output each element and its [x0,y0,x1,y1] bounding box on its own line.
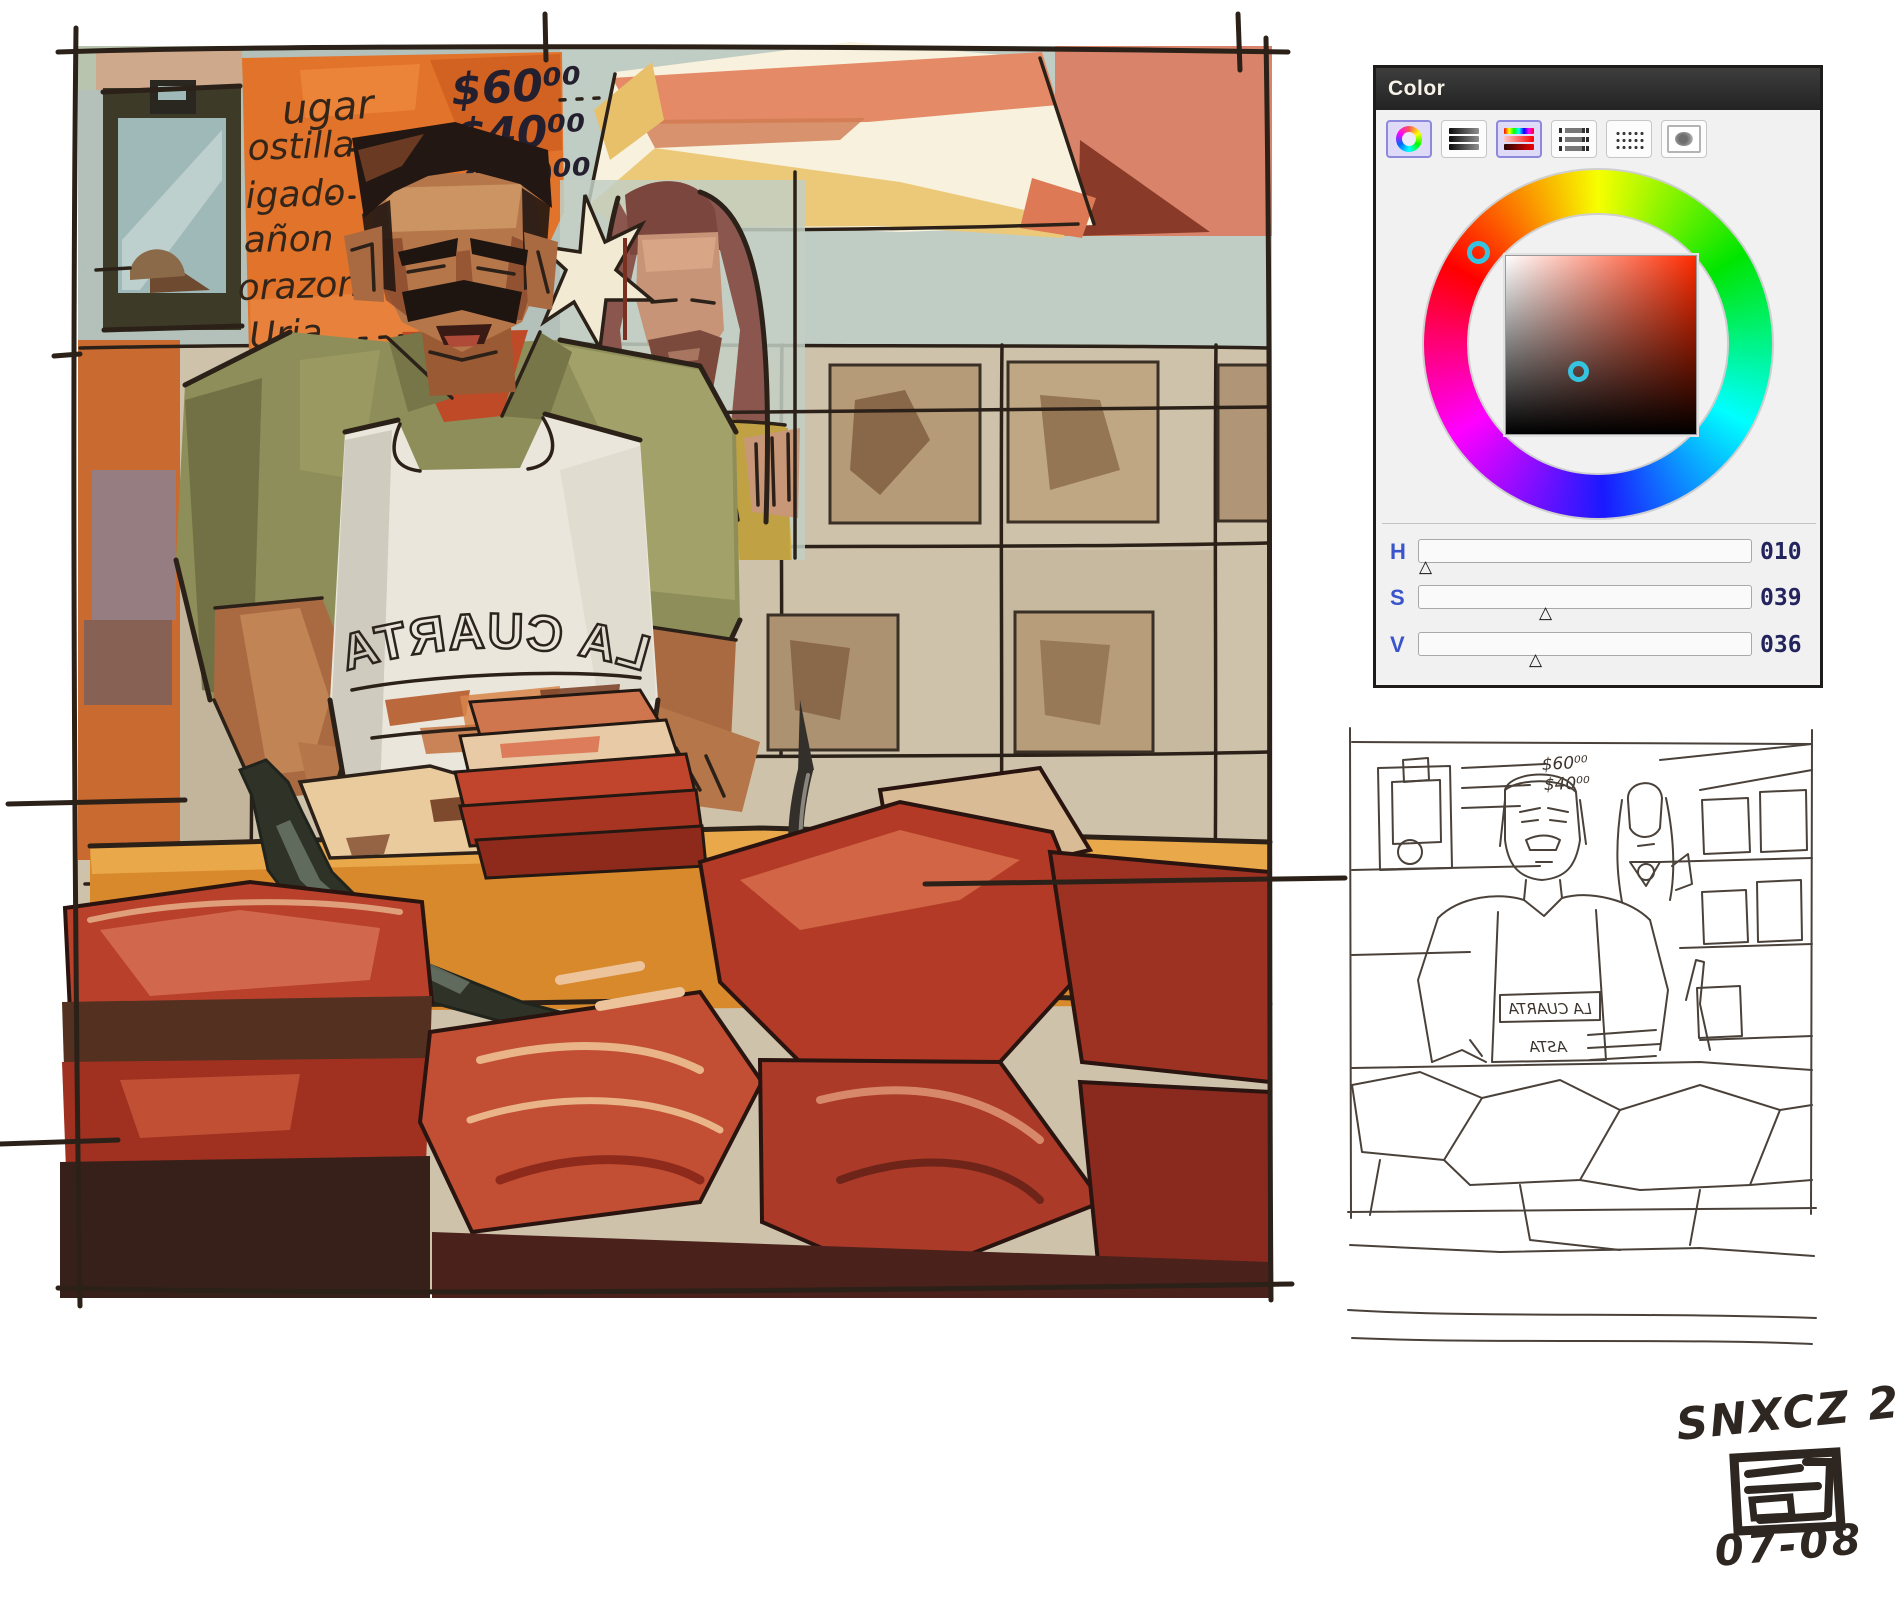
sketch-price: $40⁰⁰ [1543,773,1590,795]
mixer-sliders-icon [1559,127,1589,152]
sketch-apron-text: LA CUARTA [1508,1000,1592,1018]
rgb-sliders-icon [1449,128,1479,150]
sketch-thumbnail: $60⁰⁰ $40⁰⁰ LA CUARTA ASTA [1348,728,1816,1344]
hue-marker[interactable] [1467,241,1490,264]
value-value: 036 [1760,632,1818,658]
menu-item: añon [243,218,333,261]
saturation-value-square[interactable] [1505,255,1697,435]
mixer-sliders-button[interactable] [1551,120,1597,158]
sv-marker[interactable] [1568,361,1589,382]
sketch-apron-text2: ASTA [1529,1038,1568,1056]
swatch-grid-icon [1614,129,1644,149]
rgb-sliders-button[interactable] [1441,120,1487,158]
hue-slider-handle[interactable]: △ [1419,558,1432,575]
color-panel-title: Color [1376,68,1820,110]
value-slider-row: V △ 036 [1376,632,1826,658]
hue-slider-label: H [1390,539,1406,565]
hue-slider[interactable] [1418,539,1752,563]
color-panel-toolbar [1386,120,1707,158]
saturation-slider-label: S [1390,585,1405,611]
saturation-slider-handle[interactable]: △ [1539,604,1552,621]
saturation-slider-row: S △ 039 [1376,585,1826,611]
scratchpad-icon [1667,125,1701,153]
framed-picture [96,80,242,330]
hsv-bars-icon [1504,128,1534,150]
artist-signature: SNXCZ 25 [1674,1373,1898,1451]
menu-item: orazon [237,264,361,309]
hue-value: 010 [1760,539,1818,565]
menu-item: ostilla [247,124,355,169]
workspace: ugar ostilla igado añon orazon Uria Bong… [0,0,1898,1598]
value-slider-label: V [1390,632,1405,658]
value-slider[interactable] [1418,632,1752,656]
color-wheel-button[interactable] [1386,120,1432,158]
color-wheel-icon [1396,126,1422,152]
painting: ugar ostilla igado añon orazon Uria Bong… [0,14,1345,1306]
saturation-slider[interactable] [1418,585,1752,609]
sketch-price: $60⁰⁰ [1541,753,1588,775]
saturation-value: 039 [1760,585,1818,611]
hsv-bars-button[interactable] [1496,120,1542,158]
value-slider-handle[interactable]: △ [1529,651,1542,668]
swatch-grid-button[interactable] [1606,120,1652,158]
signature-block: SNXCZ 25 07-08 [1674,1373,1898,1576]
menu-item: igado [245,173,346,217]
scratchpad-button[interactable] [1661,120,1707,158]
color-panel: Color H △ 010 S △ 039 V △ 036 [1373,65,1823,688]
hue-slider-row: H △ 010 [1376,539,1826,565]
panel-divider [1382,523,1816,524]
